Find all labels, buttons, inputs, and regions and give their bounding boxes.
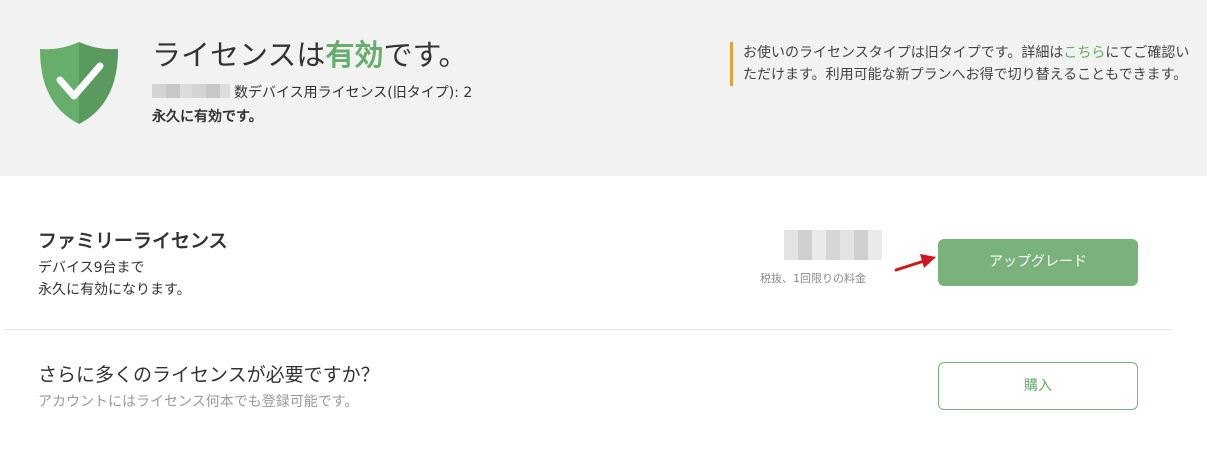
status-valid-text: 有効 [325, 38, 384, 72]
legacy-license-notice: お使いのライセンスタイプは旧タイプです。詳細はこちらにてご確認いただけます。利用… [730, 42, 1191, 86]
more-licenses-title: さらに多くのライセンスが必要ですか？ [38, 364, 380, 386]
offer-permanent-text: 永久に有効になります。 [38, 282, 191, 298]
buy-button[interactable]: 購入 [938, 362, 1138, 410]
license-status-panel: ライセンスは有効です。 数デバイス用ライセンス(旧タイプ): 2 永久に有効です… [0, 0, 1207, 176]
offer-devices-text: デバイス9台まで [38, 260, 145, 276]
license-permanent-text: 永久に有効です。 [152, 109, 263, 125]
shield-check-icon [40, 42, 118, 124]
price-note: 税抜、1回限りの料金 [760, 272, 866, 285]
more-licenses-subtitle: アカウントにはライセンス何本でも登録可能です。 [38, 394, 359, 410]
license-status-title: ライセンスは有効です。 [152, 32, 468, 74]
notice-details-link[interactable]: こちら [1063, 45, 1105, 61]
license-key-line: 数デバイス用ライセンス(旧タイプ): 2 [152, 82, 472, 102]
status-title-suffix: です。 [383, 38, 468, 72]
section-divider [4, 329, 1173, 330]
red-arrow-icon [894, 254, 936, 272]
offer-title: ファミリーライセンス [38, 230, 228, 252]
redacted-license-key [152, 84, 230, 98]
upgrade-button[interactable]: アップグレード [938, 239, 1138, 286]
license-type-text: 数デバイス用ライセンス(旧タイプ): 2 [234, 85, 473, 101]
notice-text-before: お使いのライセンスタイプは旧タイプです。詳細は [743, 45, 1064, 61]
status-title-prefix: ライセンスは [152, 38, 326, 72]
redacted-price [784, 230, 882, 260]
